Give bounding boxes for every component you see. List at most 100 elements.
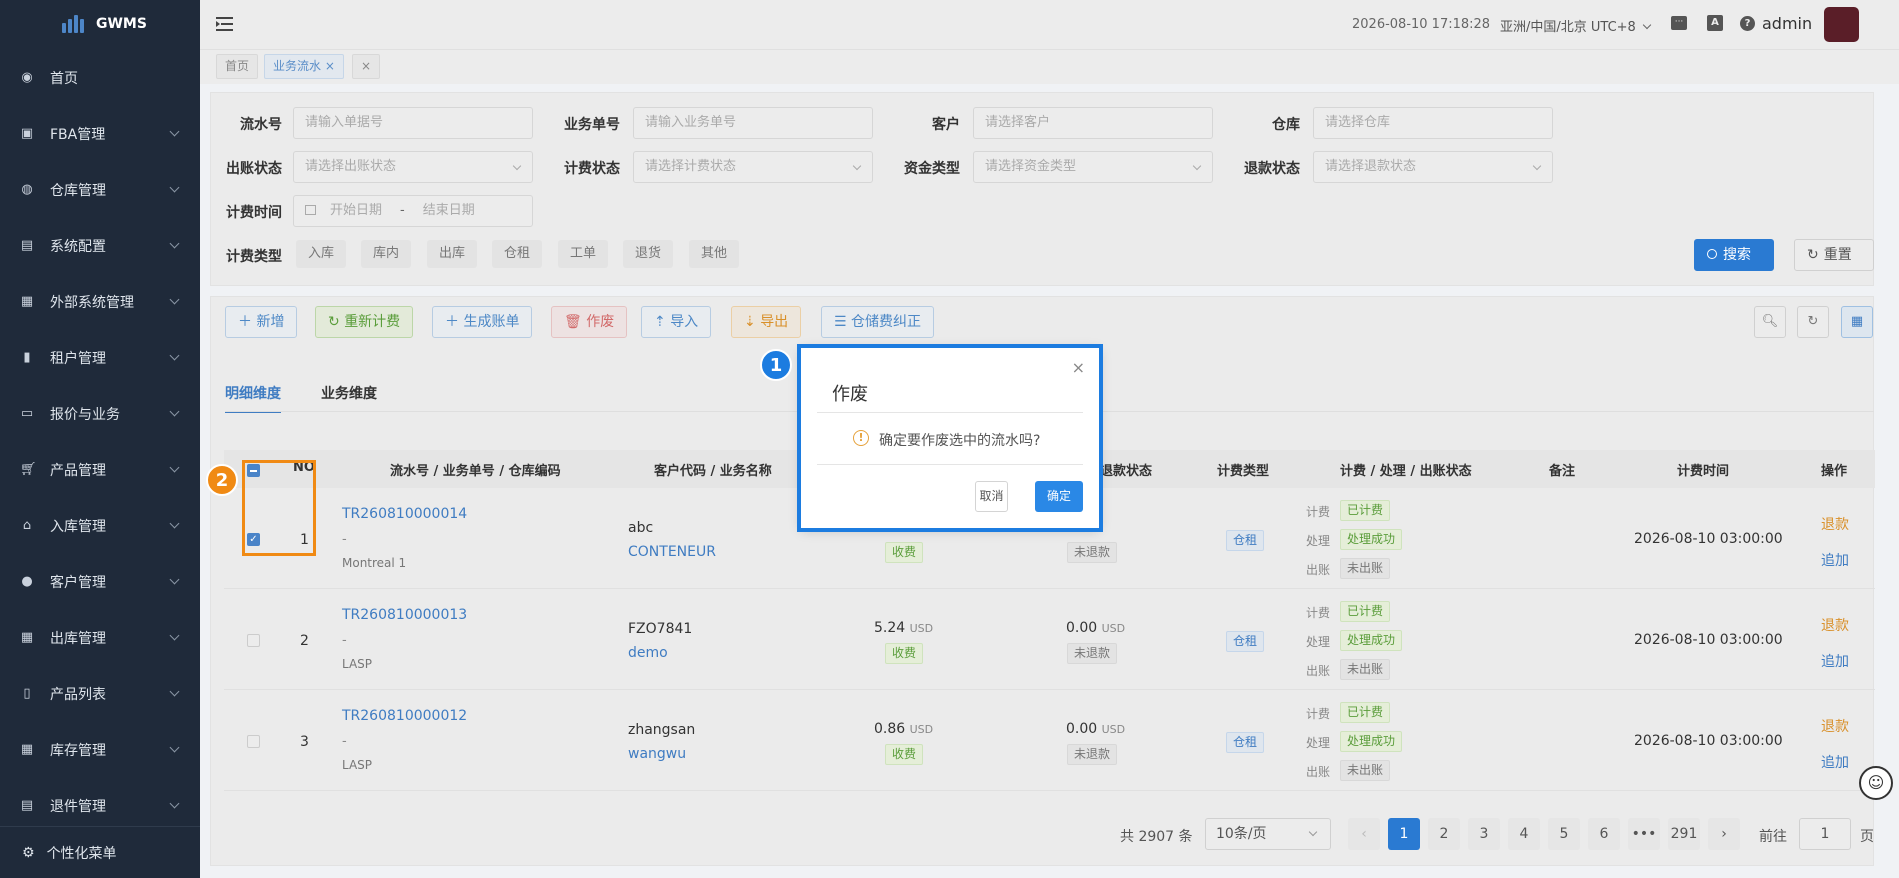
translate-icon[interactable]: A — [1707, 15, 1723, 31]
close-all-tags-button[interactable]: × — [352, 54, 380, 79]
flow-no-input[interactable]: 请输入单据号 — [293, 107, 533, 139]
charge-time-range[interactable]: 开始日期 - 结束日期 — [293, 195, 533, 227]
dialog-confirm-button[interactable]: 确定 — [1035, 481, 1083, 512]
sidebar-item-label: 入库管理 — [50, 519, 106, 535]
warehouse-select[interactable]: 请选择仓库 — [1313, 107, 1553, 139]
sidebar-item-label: 仓库管理 — [50, 183, 106, 199]
tag-active-label: 业务流水 — [273, 59, 322, 73]
bill-status-label: 出账状态 — [226, 161, 282, 177]
refresh-table-button[interactable]: ↻ — [1797, 306, 1829, 338]
page-6-button[interactable]: 6 — [1588, 818, 1620, 850]
charge-type-return[interactable]: 退货 — [623, 240, 674, 268]
sidebar-item-10[interactable]: ▦ 出库管理 — [0, 610, 200, 666]
sidebar-item-2[interactable]: ◍ 仓库管理 — [0, 162, 200, 218]
assistant-avatar-icon[interactable]: ☺ — [1859, 766, 1893, 800]
amount: 0.86 USD — [874, 721, 933, 737]
status-badge: 已计费 — [1340, 601, 1391, 622]
charge-type-other[interactable]: 其他 — [689, 240, 740, 268]
flow-no-link[interactable]: TR260810000013 — [342, 607, 467, 623]
timezone-select[interactable]: 亚洲/中国/北京 UTC+8 — [1500, 16, 1652, 35]
close-icon[interactable]: × — [325, 59, 335, 73]
charge-type-outbound[interactable]: 出库 — [427, 240, 478, 268]
prev-page-button[interactable]: ‹ — [1348, 818, 1380, 850]
custom-menu-button[interactable]: ⚙ 个性化菜单 — [0, 826, 200, 878]
tab-business[interactable]: 业务维度 — [321, 383, 377, 403]
sidebar-item-label: FBA管理 — [50, 127, 106, 143]
page-1-button[interactable]: 1 — [1388, 818, 1420, 850]
biz-name-link[interactable]: wangwu — [628, 746, 686, 762]
flow-no-link[interactable]: TR260810000012 — [342, 708, 467, 724]
sidebar-item-3[interactable]: ▤ 系统配置 — [0, 218, 200, 274]
charge-status-select[interactable]: 请选择计费状态 — [633, 151, 873, 183]
search-button[interactable]: 搜索 — [1694, 239, 1774, 271]
import-button[interactable]: ⇡ 导入 — [641, 306, 712, 338]
append-link[interactable]: 追加 — [1821, 550, 1849, 570]
biz-no-input[interactable]: 请输入业务单号 — [633, 107, 873, 139]
sidebar-item-7[interactable]: 🛒︎ 产品管理 — [0, 442, 200, 498]
tag-home[interactable]: 首页 — [216, 54, 259, 79]
generate-bill-button[interactable]: ＋ 生成账单 — [432, 306, 533, 338]
sidebar-item-0[interactable]: ◉ 首页 — [0, 50, 200, 106]
row-checkbox[interactable] — [247, 634, 260, 647]
page-4-button[interactable]: 4 — [1508, 818, 1540, 850]
message-icon[interactable]: ··· — [1671, 16, 1687, 30]
charge-type-rent[interactable]: 仓租 — [492, 240, 543, 268]
help-icon[interactable]: ? — [1740, 16, 1755, 31]
bill-status-select[interactable]: 请选择出账状态 — [293, 151, 533, 183]
biz-name-link[interactable]: CONTENEUR — [628, 544, 716, 560]
username[interactable]: admin — [1762, 14, 1812, 33]
sidebar-item-4[interactable]: ▦ 外部系统管理 — [0, 274, 200, 330]
avatar[interactable] — [1824, 7, 1859, 42]
refund-unit: USD — [1101, 622, 1126, 635]
void-button[interactable]: 🗑 作废 — [551, 306, 628, 338]
sidebar-item-8[interactable]: ⌂ 入库管理 — [0, 498, 200, 554]
goto-page-input[interactable]: 1 — [1799, 818, 1851, 850]
end-date-input[interactable]: 结束日期 — [423, 203, 475, 218]
tab-detail[interactable]: 明细维度 — [225, 383, 281, 413]
start-date-input[interactable]: 开始日期 — [330, 203, 382, 218]
page-7-button[interactable]: ••• — [1628, 818, 1660, 850]
menu-collapse-icon[interactable] — [216, 17, 233, 31]
column-settings-button[interactable]: ▦ — [1841, 306, 1873, 338]
charge-type-instock[interactable]: 库内 — [361, 240, 412, 268]
recalc-button[interactable]: ↻ 重新计费 — [315, 306, 414, 338]
customer-select[interactable]: 请选择客户 — [973, 107, 1213, 139]
page-2-button[interactable]: 2 — [1428, 818, 1460, 850]
page-size-select[interactable]: 10条/页 — [1205, 818, 1331, 850]
refund-link[interactable]: 退款 — [1821, 615, 1849, 635]
page-3-button[interactable]: 3 — [1468, 818, 1500, 850]
sidebar-item-label: 系统配置 — [50, 239, 106, 255]
append-link[interactable]: 追加 — [1821, 752, 1849, 772]
chevron-down-icon — [169, 630, 180, 641]
append-link[interactable]: 追加 — [1821, 651, 1849, 671]
sidebar-item-5[interactable]: ▮ 租户管理 — [0, 330, 200, 386]
add-button[interactable]: ＋ 新增 — [225, 306, 298, 338]
reset-button[interactable]: ↻ 重置 — [1794, 239, 1874, 271]
dialog-cancel-button[interactable]: 取消 — [975, 481, 1008, 512]
dialog-close-icon[interactable]: × — [1072, 358, 1085, 377]
storage-fee-fix-button[interactable]: ☰ 仓储费纠正 — [821, 306, 935, 338]
sidebar-item-11[interactable]: ▯ 产品列表 — [0, 666, 200, 722]
refund-status-select[interactable]: 请选择退款状态 — [1313, 151, 1553, 183]
charge-type-inbound[interactable]: 入库 — [296, 240, 347, 268]
charge-type-workorder[interactable]: 工单 — [558, 240, 609, 268]
tag-active[interactable]: 业务流水 × — [264, 54, 344, 79]
sidebar-item-9[interactable]: ● 客户管理 — [0, 554, 200, 610]
calendar-icon — [305, 205, 316, 215]
charge-status-label: 计费状态 — [564, 161, 620, 177]
export-button[interactable]: ⇣ 导出 — [731, 306, 802, 338]
next-page-button[interactable]: › — [1708, 818, 1740, 850]
sidebar-item-1[interactable]: ▣ FBA管理 — [0, 106, 200, 162]
row-checkbox[interactable] — [247, 735, 260, 748]
refund-link[interactable]: 退款 — [1821, 716, 1849, 736]
page-5-button[interactable]: 5 — [1548, 818, 1580, 850]
sidebar-item-6[interactable]: ▭ 报价与业务 — [0, 386, 200, 442]
fund-type-select[interactable]: 请选择资金类型 — [973, 151, 1213, 183]
flow-no-link[interactable]: TR260810000014 — [342, 506, 467, 522]
sidebar-item-12[interactable]: ▦ 库存管理 — [0, 722, 200, 778]
refund-link[interactable]: 退款 — [1821, 514, 1849, 534]
grid-icon: ▦ — [20, 294, 34, 309]
biz-name-link[interactable]: demo — [628, 645, 668, 661]
toggle-search-button[interactable]: 🔍︎ — [1754, 306, 1786, 338]
page-8-button[interactable]: 291 — [1668, 818, 1700, 850]
